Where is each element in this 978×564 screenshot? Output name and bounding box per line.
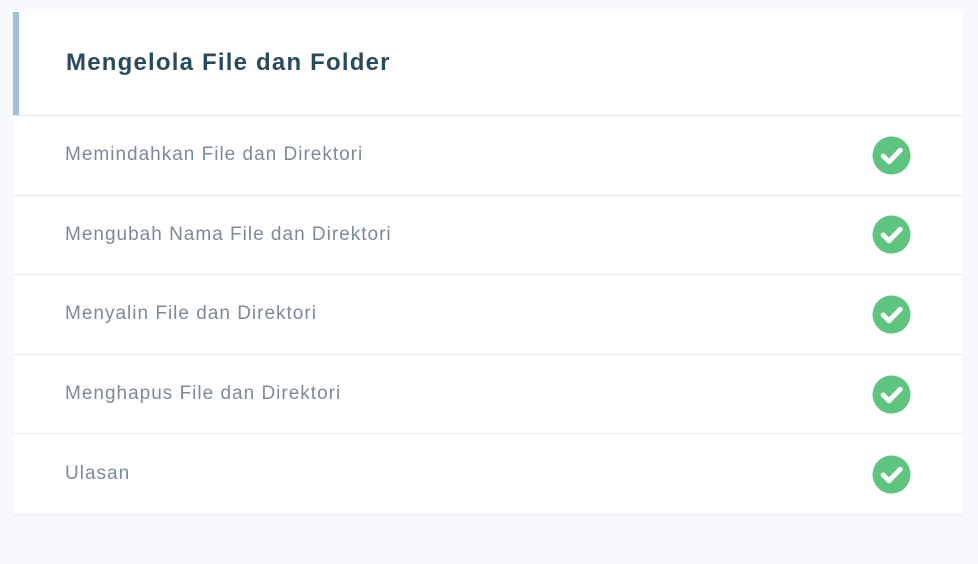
lesson-label: Mengubah Nama File dan Direktori	[65, 223, 392, 245]
check-circle-icon	[872, 295, 911, 334]
module-card: Mengelola File dan Folder Memindahkan Fi…	[13, 12, 963, 514]
check-circle-icon	[872, 455, 911, 494]
module-header: Mengelola File dan Folder	[13, 12, 963, 116]
module-title: Mengelola File dan Folder	[66, 48, 391, 76]
lesson-label: Menghapus File dan Direktori	[65, 383, 342, 405]
lesson-item[interactable]: Mengubah Nama File dan Direktori	[13, 196, 963, 276]
lesson-label: Menyalin File dan Direktori	[65, 303, 317, 325]
check-circle-icon	[872, 375, 911, 414]
check-circle-icon	[872, 215, 911, 254]
lesson-item[interactable]: Ulasan	[13, 434, 963, 514]
lesson-label: Memindahkan File dan Direktori	[65, 144, 364, 166]
header-accent-bar	[13, 12, 19, 115]
lesson-item[interactable]: Menyalin File dan Direktori	[13, 275, 963, 355]
lesson-item[interactable]: Memindahkan File dan Direktori	[13, 116, 963, 196]
lesson-list: Memindahkan File dan Direktori Mengubah …	[13, 116, 963, 514]
lesson-item[interactable]: Menghapus File dan Direktori	[13, 355, 963, 435]
check-circle-icon	[872, 136, 911, 175]
lesson-label: Ulasan	[65, 463, 131, 485]
